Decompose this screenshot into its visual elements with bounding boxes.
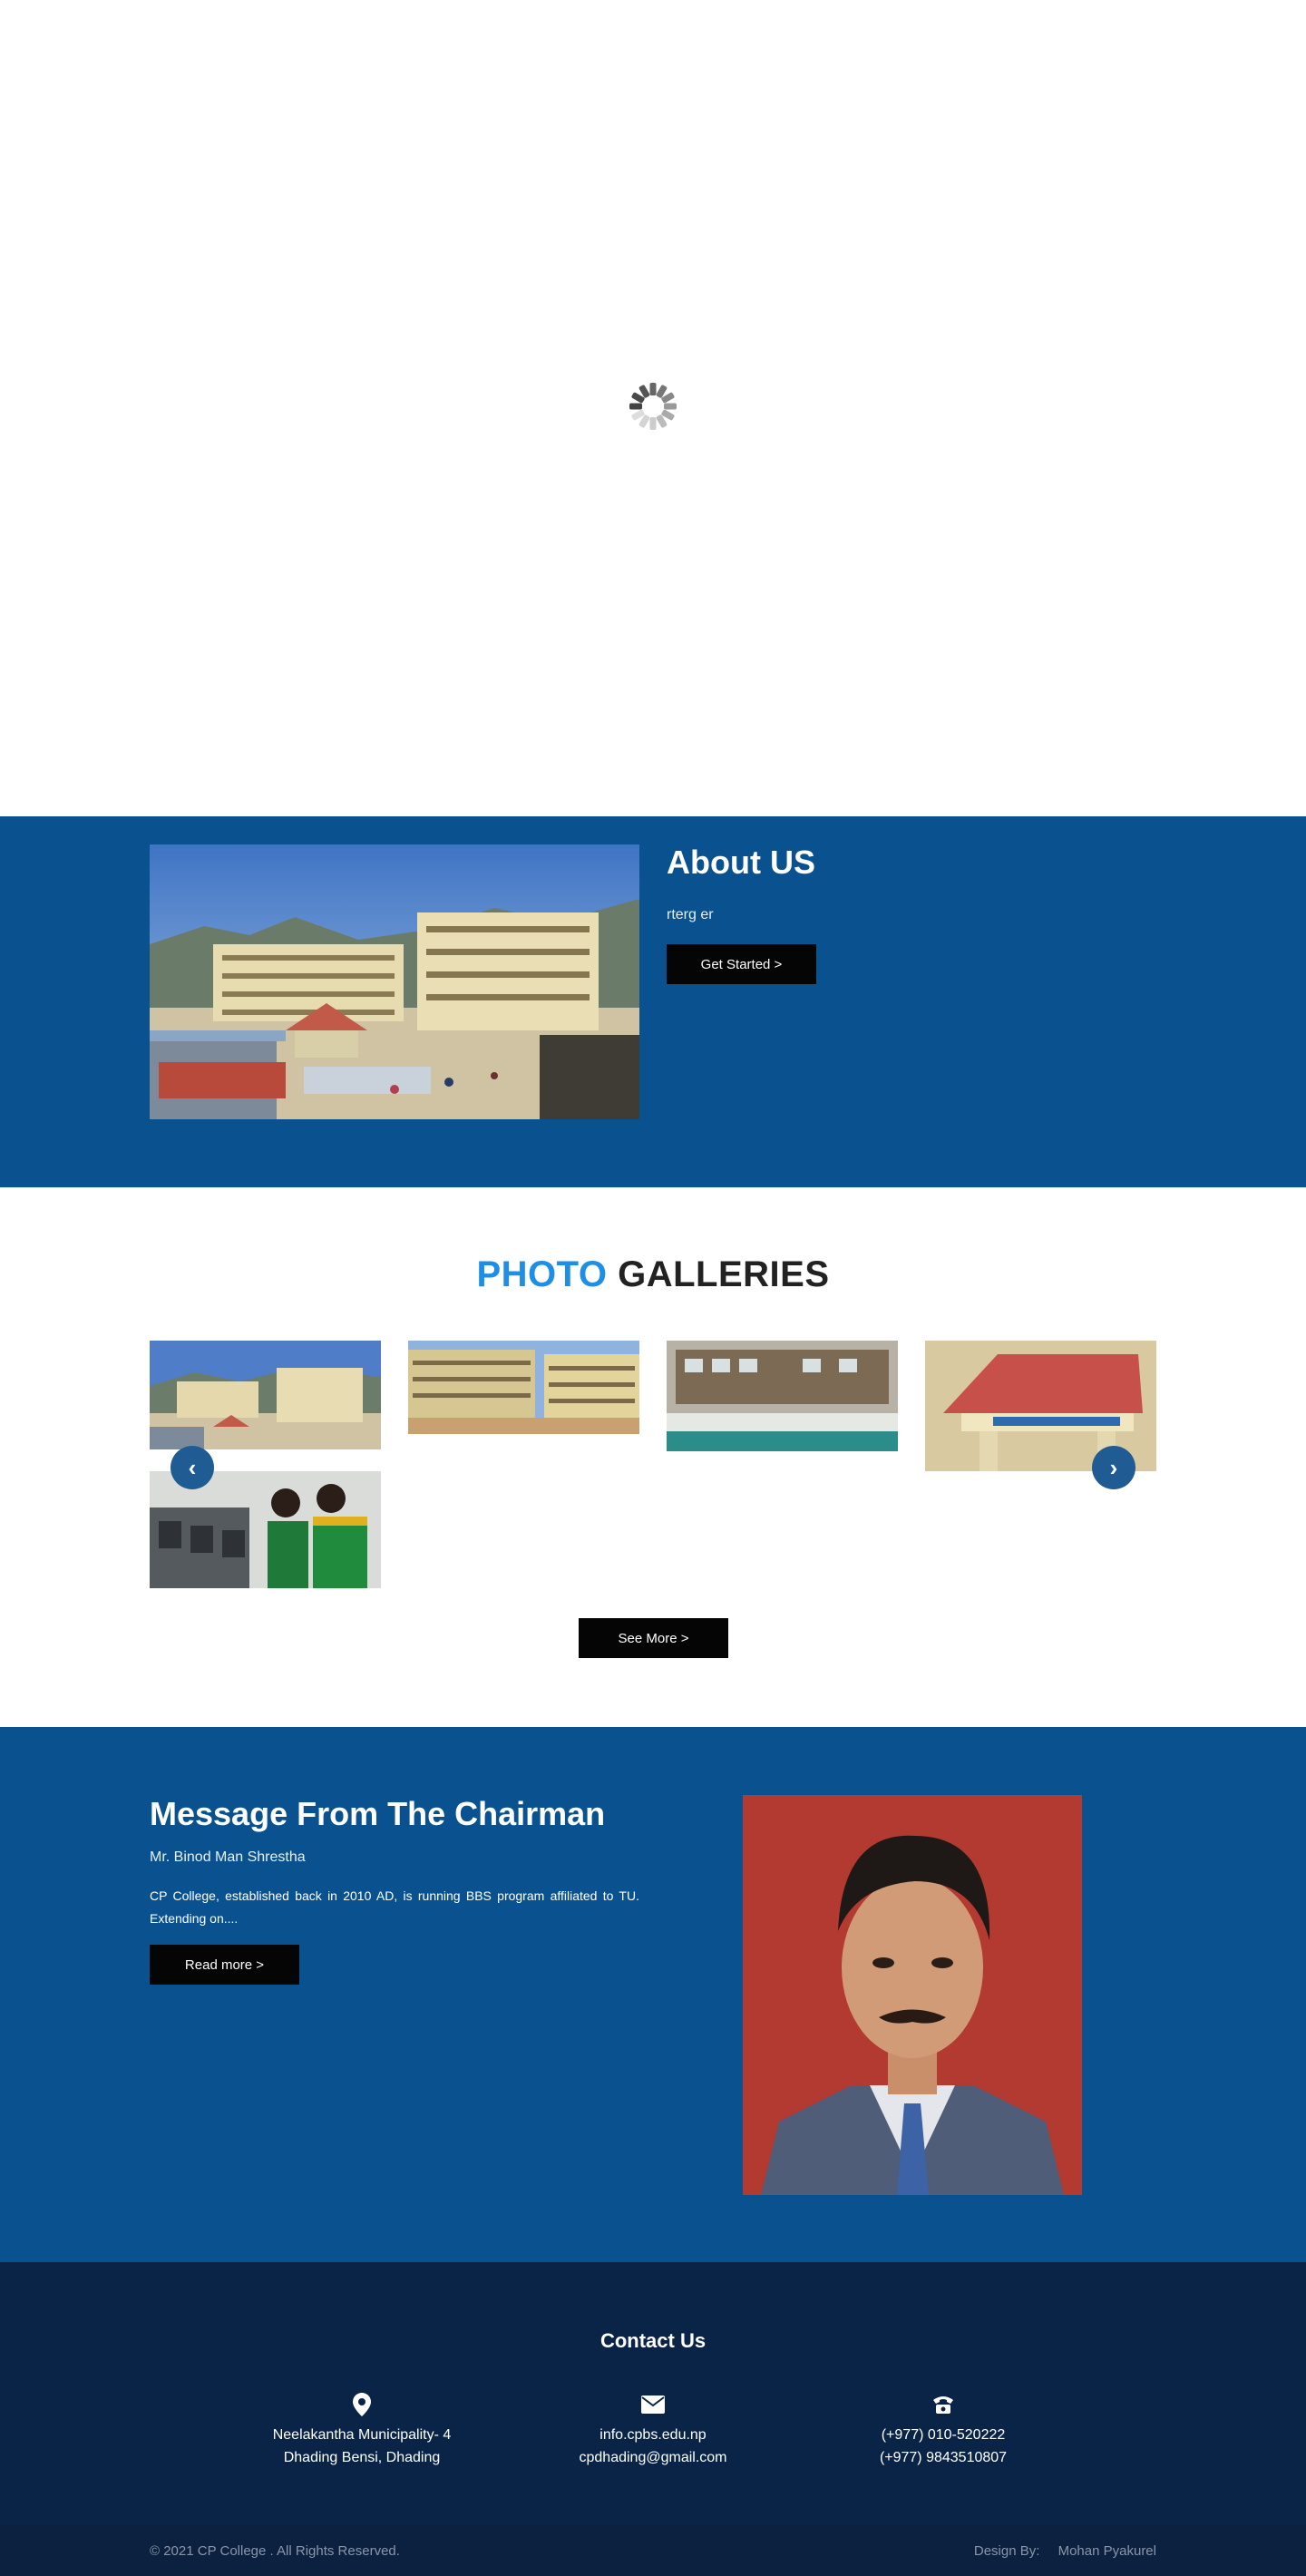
chairman-portrait <box>743 1795 1082 2195</box>
gallery-next-arrow-icon[interactable]: › <box>1092 1446 1135 1489</box>
gallery-photo-2[interactable] <box>408 1341 639 1434</box>
page-loader <box>0 0 1306 816</box>
address-line-1: Neelakantha Municipality- 4 <box>272 2427 452 2443</box>
chairman-section-title: Message From The Chairman <box>150 1795 606 1832</box>
contact-address: Neelakantha Municipality- 4 Dhading Bens… <box>217 2389 507 2469</box>
see-more-button[interactable]: See More > <box>579 1618 728 1658</box>
chairman-name: Mr. Binod Man Shrestha <box>150 1849 306 1865</box>
read-more-button[interactable]: Read more > <box>150 1945 299 1985</box>
design-credit: Design By: Mohan Pyakurel <box>960 2543 1156 2559</box>
about-text: rterg er <box>667 907 714 922</box>
photo-gallery-section: PHOTO GALLERIES ‹ › See More > <box>0 1187 1306 1727</box>
chairman-message-section: Message From The Chairman Mr. Binod Man … <box>0 1727 1306 2262</box>
footer-bar: © 2021 CP College . All Rights Reserved.… <box>0 2525 1306 2576</box>
gallery-photo-1[interactable] <box>150 1341 381 1449</box>
gallery-photo-3[interactable] <box>667 1341 898 1451</box>
gallery-title-rest: GALLERIES <box>618 1254 830 1294</box>
email-line-1[interactable]: info.cpbs.edu.np <box>508 2424 798 2446</box>
gallery-title-highlight: PHOTO <box>476 1254 608 1294</box>
chairman-message-text: CP College, established back in 2010 AD,… <box>150 1888 639 1926</box>
address-line-2: Dhading Bensi, Dhading <box>283 2450 441 2465</box>
gallery-photo-5[interactable] <box>150 1471 381 1588</box>
designer-name[interactable]: Mohan Pyakurel <box>1058 2543 1156 2559</box>
get-started-button[interactable]: Get Started > <box>667 944 816 984</box>
gallery-title: PHOTO GALLERIES <box>0 1254 1306 1295</box>
contact-section: Contact Us Neelakantha Municipality- 4 D… <box>0 2262 1306 2525</box>
contact-email: info.cpbs.edu.np cpdhading@gmail.com <box>508 2389 798 2469</box>
contact-title: Contact Us <box>599 2329 707 2352</box>
phone-line-2[interactable]: (+977) 9843510807 <box>798 2446 1088 2469</box>
phone-line-1[interactable]: (+977) 010-520222 <box>798 2424 1088 2446</box>
copyright-text: © 2021 CP College . All Rights Reserved. <box>150 2543 400 2559</box>
phone-icon <box>798 2389 1088 2420</box>
about-college-photo <box>150 844 639 1119</box>
envelope-icon <box>508 2389 798 2420</box>
email-line-2[interactable]: cpdhading@gmail.com <box>508 2446 798 2469</box>
design-by-label: Design By: <box>973 2543 1040 2559</box>
loading-spinner-icon <box>629 383 677 430</box>
contact-phone: (+977) 010-520222 (+977) 9843510807 <box>798 2389 1088 2469</box>
about-title: About US <box>667 844 815 881</box>
about-section: About US rterg er Get Started > <box>0 816 1306 1187</box>
location-pin-icon <box>217 2389 507 2420</box>
gallery-prev-arrow-icon[interactable]: ‹ <box>171 1446 214 1489</box>
